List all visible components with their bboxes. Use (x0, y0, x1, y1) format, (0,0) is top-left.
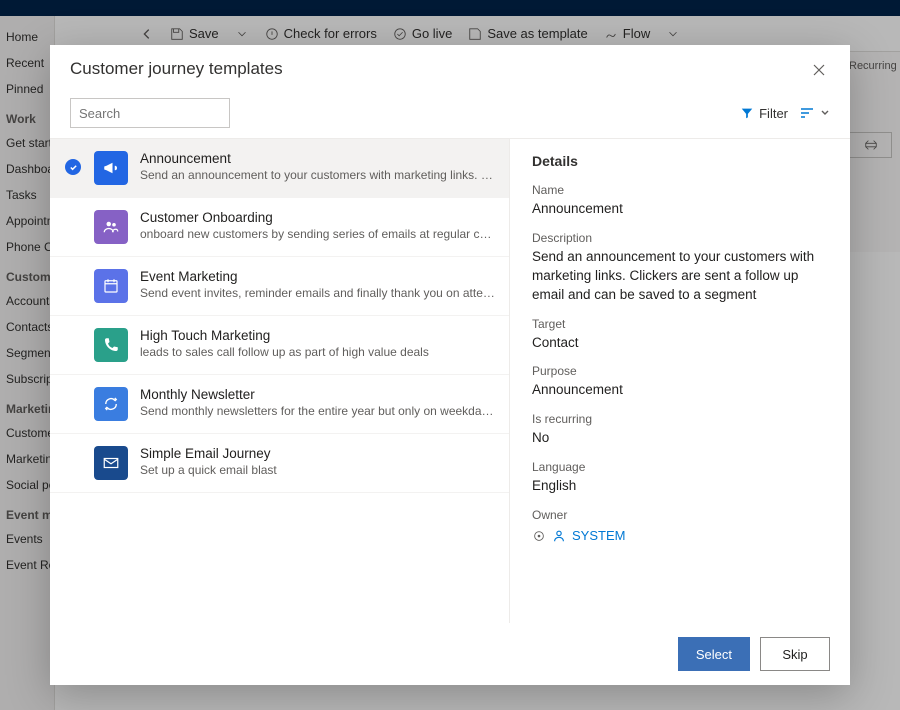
megaphone-icon (94, 151, 128, 185)
target-value: Contact (532, 334, 828, 353)
language-value: English (532, 477, 828, 496)
template-title: Customer Onboarding (140, 210, 497, 225)
search-input-wrapper[interactable] (70, 98, 230, 128)
template-item[interactable]: Monthly Newsletter Send monthly newslette… (50, 375, 509, 434)
selection-indicator (64, 210, 82, 218)
sort-button[interactable] (800, 107, 830, 119)
template-description: Send an announcement to your customers w… (140, 168, 497, 182)
close-button[interactable] (808, 59, 830, 84)
purpose-label: Purpose (532, 364, 828, 378)
close-icon (812, 63, 826, 77)
template-item[interactable]: Simple Email Journey Set up a quick email… (50, 434, 509, 493)
description-value: Send an announcement to your customers w… (532, 248, 828, 305)
phone-icon (94, 328, 128, 362)
template-title: High Touch Marketing (140, 328, 497, 343)
calendar-icon (94, 269, 128, 303)
template-title: Announcement (140, 151, 497, 166)
search-input[interactable] (79, 106, 255, 121)
sort-icon (800, 107, 816, 119)
template-item[interactable]: High Touch Marketing leads to sales call … (50, 316, 509, 375)
selection-indicator (64, 328, 82, 336)
description-label: Description (532, 231, 828, 245)
template-item[interactable]: Customer Onboarding onboard new customers… (50, 198, 509, 257)
target-label: Target (532, 317, 828, 331)
checkmark-icon (65, 159, 81, 175)
recurring-label: Is recurring (532, 412, 828, 426)
people-icon (94, 210, 128, 244)
selection-indicator (64, 269, 82, 277)
skip-button[interactable]: Skip (760, 637, 830, 671)
template-title: Event Marketing (140, 269, 497, 284)
template-description: Send monthly newsletters for the entire … (140, 404, 497, 418)
name-label: Name (532, 183, 828, 197)
template-title: Monthly Newsletter (140, 387, 497, 402)
template-description: Set up a quick email blast (140, 463, 497, 477)
template-list: Announcement Send an announcement to your… (50, 139, 510, 623)
selection-indicator (64, 151, 82, 175)
mail-icon (94, 446, 128, 480)
details-heading: Details (532, 153, 828, 169)
template-description: Send event invites, reminder emails and … (140, 286, 497, 300)
language-label: Language (532, 460, 828, 474)
owner-value[interactable]: SYSTEM (532, 528, 828, 543)
selection-indicator (64, 446, 82, 454)
template-description: onboard new customers by sending series … (140, 227, 497, 241)
chevron-down-icon (820, 108, 830, 118)
filter-icon (740, 106, 754, 120)
details-pane: Details Name Announcement Description Se… (510, 139, 850, 623)
template-description: leads to sales call follow up as part of… (140, 345, 497, 359)
purpose-value: Announcement (532, 381, 828, 400)
select-button[interactable]: Select (678, 637, 750, 671)
template-picker-dialog: Customer journey templates Filter Announ… (50, 45, 850, 685)
template-item[interactable]: Announcement Send an announcement to your… (50, 139, 509, 198)
template-item[interactable]: Event Marketing Send event invites, remin… (50, 257, 509, 316)
name-value: Announcement (532, 200, 828, 219)
cycle-icon (94, 387, 128, 421)
filter-button[interactable]: Filter (740, 106, 788, 121)
selection-indicator (64, 387, 82, 395)
dialog-title: Customer journey templates (70, 59, 283, 79)
modal-overlay: Customer journey templates Filter Announ… (0, 0, 900, 710)
template-title: Simple Email Journey (140, 446, 497, 461)
owner-label: Owner (532, 508, 828, 522)
disc-icon (532, 529, 546, 543)
recurring-value: No (532, 429, 828, 448)
person-icon (552, 529, 566, 543)
